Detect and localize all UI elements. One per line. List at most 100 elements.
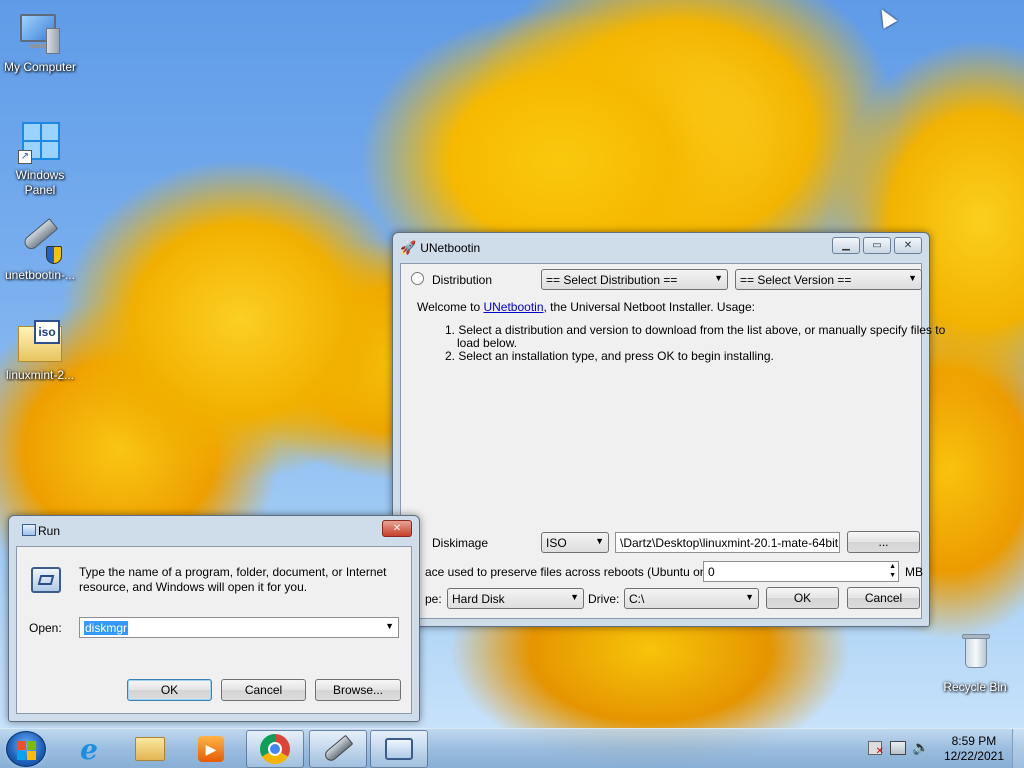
distribution-select[interactable]: == Select Distribution == ▼ [541,269,728,290]
show-desktop-button[interactable] [1012,729,1024,768]
install-type-value: Hard Disk [452,591,505,606]
drive-value: C:\ [629,591,645,606]
persistence-label: ace used to preserve files across reboot… [425,565,723,579]
diskimage-path-input[interactable]: \Dartz\Desktop\linuxmint-20.1-mate-64bit… [615,532,840,553]
version-select-value: == Select Version == [740,272,852,287]
desktop-icon-linuxmint-iso[interactable]: iso linuxmint-2... [0,318,80,383]
shortcut-arrow-icon: ↗ [18,150,32,164]
taskbar-file-explorer[interactable] [121,730,179,768]
desktop-icon-unetbootin[interactable]: unetbootin-... [0,218,80,283]
taskbar-run[interactable] [370,730,428,768]
run-description-line-2: resource, and Windows will open it for y… [79,580,308,594]
diskimage-type-select[interactable]: ISO ▼ [541,532,609,553]
system-tray: ✕ 🔈 8:59 PM 12/22/2021 [854,729,1024,768]
mouse-cursor-icon [874,5,898,29]
open-label: Open: [29,621,62,635]
unetbootin-window: 🚀 UNetbootin ▁ ▭ ✕ Distribution == Selec… [392,232,945,627]
persistence-size-input[interactable]: 0 ▲ ▼ [703,561,899,582]
spinner-arrows-icon[interactable]: ▲ ▼ [889,562,896,580]
internet-explorer-icon: e [80,732,98,766]
unetbootin-ok-button[interactable]: OK [766,587,839,609]
desktop-icon-windows-panel[interactable]: ↗ Windows Panel [0,118,80,198]
chrome-icon [260,734,290,764]
browse-diskimage-button[interactable]: ... [847,531,920,553]
media-player-icon: ▶ [198,736,224,762]
open-input[interactable]: diskmgr ▼ [79,617,399,638]
recycle-bin-icon [951,630,999,678]
chevron-down-icon: ▼ [570,592,579,602]
run-description-line-1: Type the name of a program, folder, docu… [79,565,387,579]
run-dialog: Run ✕ Type the name of a program, folder… [8,515,420,722]
unetbootin-cancel-button[interactable]: Cancel [847,587,920,609]
unetbootin-client: Distribution == Select Distribution == ▼… [400,263,945,619]
chevron-down-icon: ▼ [714,273,723,283]
type-label: pe: [425,592,442,606]
desktop-icon-label: linuxmint-2... [5,368,75,382]
taskbar-internet-explorer[interactable]: e [60,730,118,768]
taskbar-media-player[interactable]: ▶ [182,730,240,768]
desktop-icon-label: My Computer [3,60,77,74]
persistence-size-value: 0 [708,564,715,579]
taskbar-unetbootin[interactable] [309,730,367,768]
minimize-icon: ▁ [842,240,850,251]
windows-panel-icon: ↗ [16,118,64,166]
open-input-value: diskmgr [84,620,129,635]
chevron-down-icon: ▼ [385,621,394,631]
install-type-select[interactable]: Hard Disk ▼ [447,588,584,609]
unetbootin-link[interactable]: UNetbootin [483,300,543,314]
usage-step-1: 1. Select a distribution and version to … [445,323,946,337]
version-select[interactable]: == Select Version == ▼ [735,269,922,290]
usage-step-2: 2. Select an installation type, and pres… [445,349,774,363]
close-button[interactable]: ✕ [894,237,922,254]
distribution-label: Distribution [432,273,493,287]
persistence-unit: MB [905,565,923,579]
run-cancel-button[interactable]: Cancel [221,679,306,701]
usage-step-1-cont: load below. [457,336,518,350]
chevron-down-icon: ▼ [908,273,917,283]
unetbootin-icon [16,218,64,266]
taskbar: e ▶ ✕ 🔈 8:59 PM 12/22/2021 [0,728,1024,768]
run-program-icon [385,738,413,760]
run-program-icon [31,567,61,593]
folder-icon [135,737,165,761]
clock-date: 12/22/2021 [943,749,1004,763]
run-title-icon [22,524,36,536]
diskimage-label: Diskimage [432,536,489,550]
taskbar-chrome[interactable] [246,730,304,768]
minimize-button[interactable]: ▁ [832,237,860,254]
drive-select[interactable]: C:\ ▼ [624,588,759,609]
iso-file-icon: iso [16,318,64,366]
unetbootin-titlebar[interactable]: 🚀 UNetbootin ▁ ▭ ✕ [400,233,922,263]
desktop-icon-label: unetbootin-... [4,268,76,282]
desktop-icon-my-computer[interactable]: My Computer [0,10,80,75]
diskimage-type-value: ISO [546,535,567,550]
start-button[interactable] [6,731,46,767]
maximize-icon: ▭ [872,240,882,251]
run-browse-button[interactable]: Browse... [315,679,401,701]
run-close-button[interactable]: ✕ [382,520,412,537]
desktop-icon-label: Recycle Bin [943,680,1007,694]
unetbootin-title-icon: 🚀 [400,240,417,255]
desktop-icon-label: Windows Panel [15,168,65,197]
maximize-button[interactable]: ▭ [863,237,891,254]
distribution-select-value: == Select Distribution == [546,272,678,287]
drive-label: Drive: [588,592,620,606]
unetbootin-title: UNetbootin [420,241,481,255]
run-ok-button[interactable]: OK [127,679,212,701]
clock-time: 8:59 PM [951,734,997,748]
taskbar-clock[interactable]: 8:59 PM 12/22/2021 [944,734,1004,764]
close-icon: ✕ [392,523,402,534]
run-client: Type the name of a program, folder, docu… [16,546,412,714]
computer-icon [16,10,64,58]
volume-icon[interactable]: 🔈 [912,739,929,756]
diskimage-path-value: \Dartz\Desktop\linuxmint-20.1-mate-64bit… [620,535,840,550]
network-icon[interactable] [890,741,906,755]
chevron-down-icon: ▼ [595,536,604,546]
welcome-text: Welcome to UNetbootin, the Universal Net… [417,300,755,314]
unetbootin-icon [322,734,354,764]
desktop-icon-recycle-bin[interactable]: Recycle Bin [935,630,1015,695]
run-titlebar[interactable]: Run ✕ [16,516,412,546]
action-center-flag-icon[interactable]: ✕ [868,741,884,757]
distribution-radio[interactable] [411,272,424,285]
chevron-down-icon: ▼ [745,592,754,602]
